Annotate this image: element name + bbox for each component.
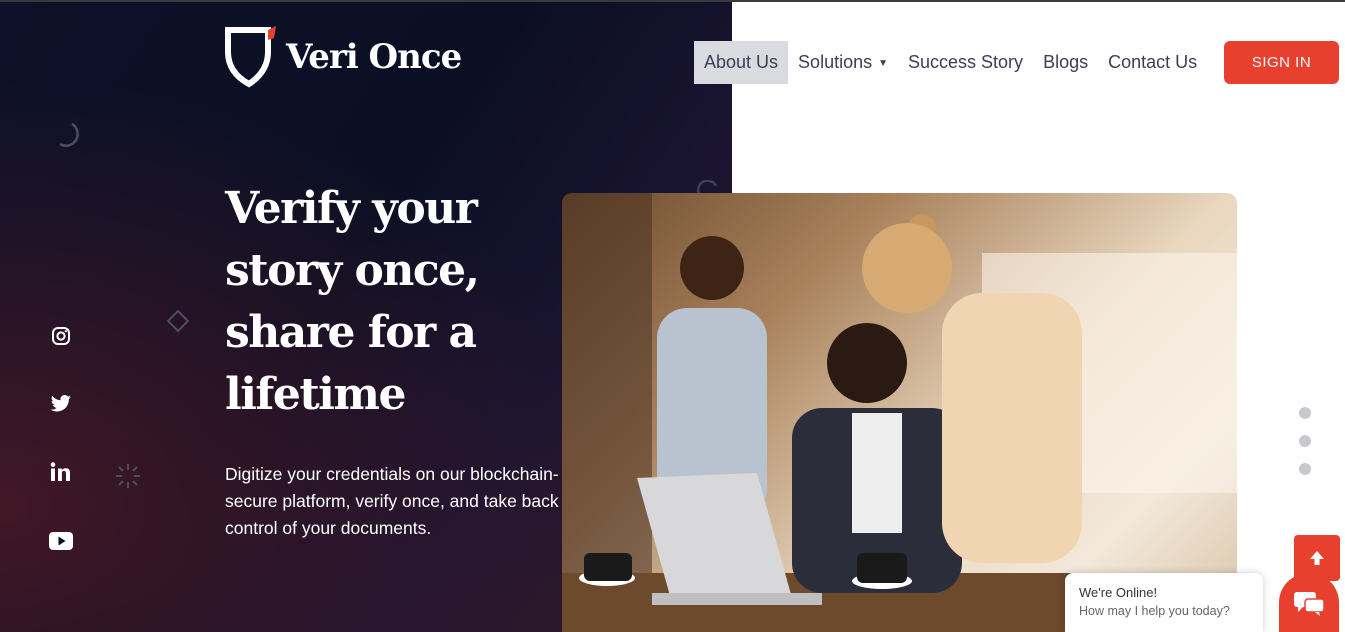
chat-widget[interactable]: We're Online! How may I help you today?	[1065, 573, 1263, 632]
chat-bubble-icon	[1294, 591, 1325, 616]
hero-headline: Verify your story once, share for a life…	[225, 183, 480, 420]
burst-deco-icon	[116, 464, 140, 488]
youtube-icon[interactable]	[48, 528, 74, 554]
nav-solutions[interactable]: Solutions ▼	[788, 41, 898, 84]
sign-in-button[interactable]: SIGN IN	[1224, 41, 1339, 84]
nav-about-us[interactable]: About Us	[694, 41, 789, 84]
caret-down-icon: ▼	[878, 57, 889, 69]
diamond-deco-icon	[166, 309, 190, 333]
slider-dots	[1299, 407, 1311, 491]
nav-solutions-label: Solutions	[798, 52, 873, 72]
hero-photo	[562, 193, 1237, 632]
hero-description: Digitize your credentials on our blockch…	[225, 464, 559, 538]
slider-dot-2[interactable]	[1299, 435, 1311, 447]
brand-name: Veri Once	[286, 37, 462, 77]
spinner-deco-icon	[59, 122, 79, 147]
linkedin-icon[interactable]	[48, 459, 74, 485]
slider-dot-1[interactable]	[1299, 407, 1311, 419]
shield-logo-icon	[225, 26, 276, 88]
main-nav: About Us Solutions ▼ Success Story Blogs …	[694, 41, 1207, 84]
chat-title: We're Online!	[1079, 585, 1158, 600]
arrow-up-icon	[1310, 551, 1324, 565]
instagram-icon[interactable]	[48, 323, 74, 349]
nav-success-story[interactable]: Success Story	[898, 41, 1033, 84]
chat-open-button[interactable]	[1279, 573, 1339, 632]
twitter-icon[interactable]	[48, 391, 74, 417]
nav-blogs[interactable]: Blogs	[1033, 41, 1098, 84]
chat-subtitle: How may I help you today?	[1079, 604, 1230, 618]
nav-contact-us[interactable]: Contact Us	[1098, 41, 1207, 84]
brand-logo[interactable]: Veri Once	[224, 26, 462, 88]
slider-dot-3[interactable]	[1299, 463, 1311, 475]
